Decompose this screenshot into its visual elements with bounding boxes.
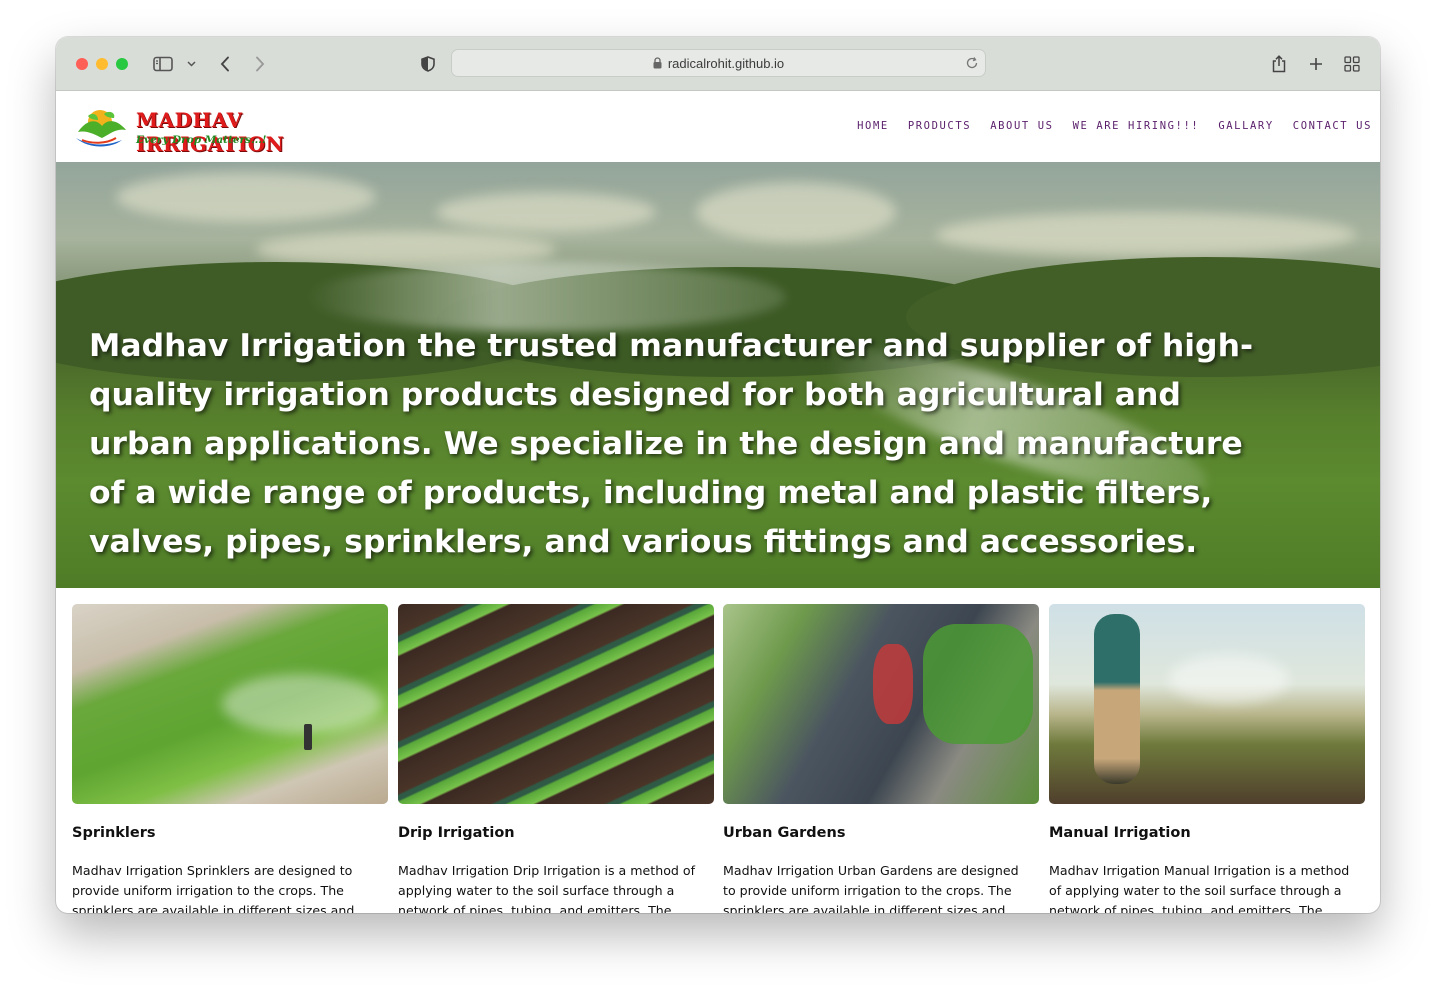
reload-icon[interactable] [965, 56, 979, 73]
card-text: Madhav Irrigation Drip Irrigation is a m… [398, 863, 696, 913]
card-text: Madhav Irrigation Urban Gardens are desi… [723, 863, 1019, 913]
forward-arrow-icon[interactable] [251, 51, 269, 77]
back-arrow-icon[interactable] [216, 51, 234, 77]
nav-about-us[interactable]: ABOUT US [990, 120, 1053, 132]
nav-home[interactable]: HOME [857, 120, 889, 132]
browser-toolbar: radicalrohit.github.io [56, 37, 1380, 91]
new-tab-icon[interactable] [1306, 51, 1326, 77]
card-text: Madhav Irrigation Manual Irrigation is a… [1049, 863, 1350, 913]
tab-overview-icon[interactable] [1342, 51, 1362, 77]
card-title: Sprinklers [72, 825, 156, 841]
nav-gallary[interactable]: GALLARY [1218, 120, 1273, 132]
manual-irrigation-image [1049, 604, 1365, 804]
maximize-window-button[interactable] [116, 58, 128, 70]
logo-emblem-icon [76, 110, 126, 147]
nav-contact-us[interactable]: CONTACT US [1293, 120, 1372, 132]
logo-tagline: Every Drop Matters...! [136, 134, 267, 146]
hero-banner: Madhav Irrigation the trusted manufactur… [56, 162, 1380, 588]
chevron-down-icon[interactable] [185, 51, 197, 77]
hero-text: Madhav Irrigation the trusted manufactur… [89, 328, 1254, 560]
card-title: Drip Irrigation [398, 825, 515, 841]
address-bar[interactable]: radicalrohit.github.io [451, 49, 986, 77]
minimize-window-button[interactable] [96, 58, 108, 70]
drip-irrigation-image [398, 604, 714, 804]
main-nav: HOME PRODUCTS ABOUT US WE ARE HIRING!!! … [838, 120, 1372, 132]
urban-gardens-image [723, 604, 1039, 804]
site-header: MADHAV IRRIGATION Every Drop Matters...!… [56, 91, 1380, 162]
site-logo[interactable]: MADHAV IRRIGATION Every Drop Matters...! [72, 104, 342, 156]
privacy-shield-icon[interactable] [418, 51, 438, 77]
card-title: Manual Irrigation [1049, 825, 1191, 841]
share-icon[interactable] [1269, 51, 1289, 77]
sprinklers-image [72, 604, 388, 804]
browser-window: radicalrohit.github.io MADHAV IRRIGATION… [56, 37, 1380, 913]
card-title: Urban Gardens [723, 825, 846, 841]
nav-products[interactable]: PRODUCTS [908, 120, 971, 132]
card-sprinklers[interactable]: Sprinklers Madhav Irrigation Sprinklers … [72, 604, 388, 913]
card-urban-gardens[interactable]: Urban Gardens Madhav Irrigation Urban Ga… [723, 604, 1039, 913]
card-manual-irrigation[interactable]: Manual Irrigation Madhav Irrigation Manu… [1049, 604, 1365, 913]
sidebar-toggle-icon[interactable] [152, 51, 174, 77]
url-text: radicalrohit.github.io [667, 55, 785, 71]
logo-title: MADHAV IRRIGATION [136, 108, 285, 156]
card-text: Madhav Irrigation Sprinklers are designe… [72, 863, 355, 913]
card-drip-irrigation[interactable]: Drip Irrigation Madhav Irrigation Drip I… [398, 604, 714, 913]
lock-icon [653, 57, 662, 69]
nav-hiring[interactable]: WE ARE HIRING!!! [1073, 120, 1200, 132]
close-window-button[interactable] [76, 58, 88, 70]
